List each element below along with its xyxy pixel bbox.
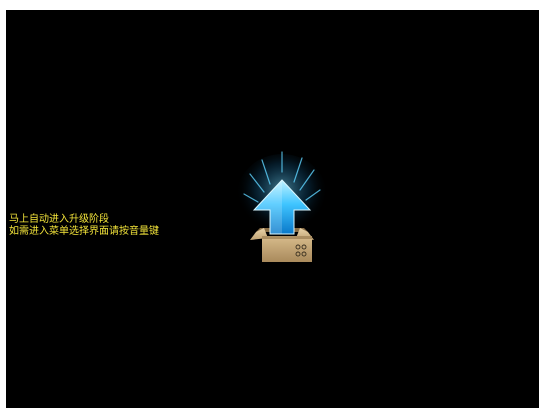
volume-key-hint-text: 如需进入菜单选择界面请按音量键 <box>9 226 159 237</box>
upgrade-message: 马上自动进入升级阶段 如需进入菜单选择界面请按音量键 <box>9 214 159 238</box>
upgrade-box-icon <box>236 151 328 262</box>
upgrade-screen: 马上自动进入升级阶段 如需进入菜单选择界面请按音量键 <box>6 10 539 408</box>
auto-upgrade-text: 马上自动进入升级阶段 <box>9 214 109 225</box>
